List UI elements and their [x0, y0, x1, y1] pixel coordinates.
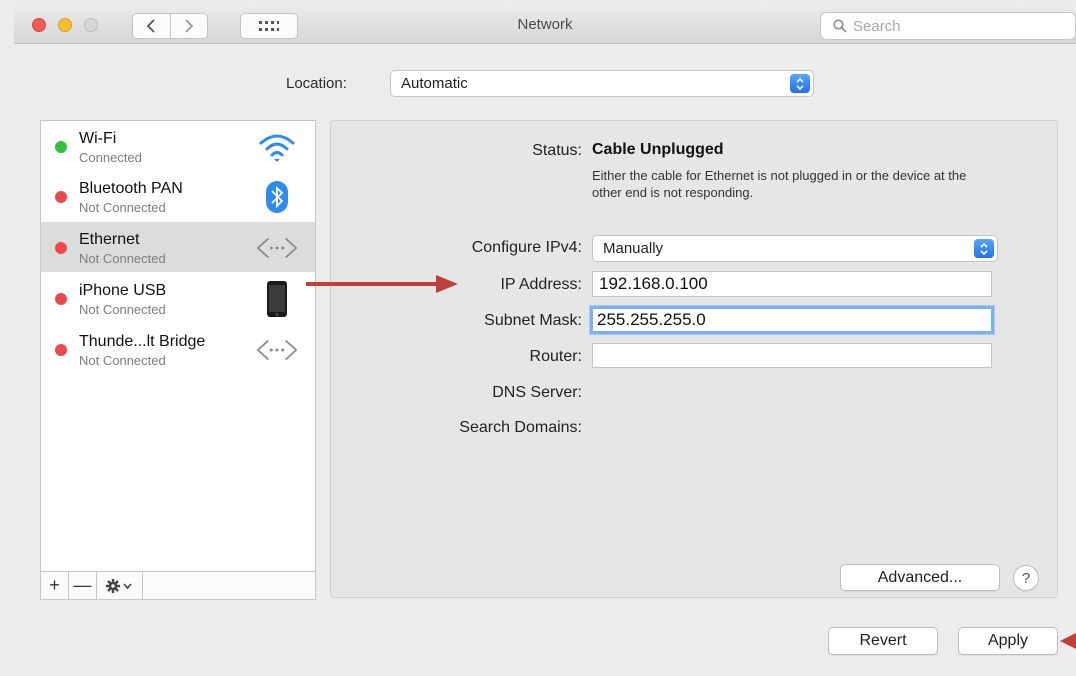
grid-icon [259, 21, 279, 31]
thunderbolt-bridge-icon [255, 332, 299, 368]
service-item-ethernet[interactable]: Ethernet Not Connected [41, 222, 315, 272]
service-status: Not Connected [79, 353, 166, 368]
close-window-button[interactable] [32, 18, 46, 32]
updown-arrows-icon [790, 74, 810, 93]
status-dot-not-connected [55, 293, 67, 305]
router-label: Router: [529, 348, 582, 365]
iphone-icon [255, 281, 299, 317]
service-item-thunderbolt-bridge[interactable]: Thunde...lt Bridge Not Connected [41, 324, 315, 374]
search-field[interactable] [820, 12, 1076, 40]
forward-button[interactable] [169, 14, 208, 38]
revert-button[interactable]: Revert [828, 627, 938, 655]
subnet-mask-field[interactable] [590, 306, 994, 334]
chevron-left-icon [146, 19, 155, 33]
service-item-wifi[interactable]: Wi-Fi Connected [41, 121, 315, 171]
title-bar: Network [14, 6, 1076, 44]
search-domains-label: Search Domains: [459, 419, 582, 436]
status-value: Cable Unplugged [592, 141, 724, 158]
bluetooth-icon [255, 179, 299, 215]
status-dot-connected [55, 141, 67, 153]
location-label: Location: [286, 75, 347, 92]
chevron-right-icon [185, 19, 194, 33]
search-input[interactable] [853, 17, 1053, 35]
apply-button[interactable]: Apply [958, 627, 1058, 655]
back-button[interactable] [133, 14, 170, 38]
status-description: Either the cable for Ethernet is not plu… [592, 168, 967, 200]
service-item-bluetooth-pan[interactable]: Bluetooth PAN Not Connected [41, 171, 315, 221]
add-service-button[interactable]: + [41, 572, 69, 599]
service-name: iPhone USB [79, 282, 167, 299]
service-name: Wi-Fi [79, 130, 117, 147]
service-status: Not Connected [79, 251, 166, 266]
service-list-toolbar: + — [40, 572, 316, 600]
subnet-mask-label: Subnet Mask: [484, 312, 582, 329]
remove-service-button[interactable]: — [69, 572, 97, 599]
location-value: Automatic [401, 75, 468, 92]
status-dot-not-connected [55, 242, 67, 254]
ip-address-label: IP Address: [500, 276, 582, 293]
navigation-buttons [132, 13, 208, 39]
service-list: Wi-Fi Connected Bluetooth PAN Not Connec… [40, 120, 316, 572]
annotation-arrow-apply [1060, 633, 1076, 649]
wifi-icon [255, 129, 299, 165]
minimize-window-button[interactable] [58, 18, 72, 32]
zoom-window-button[interactable] [84, 18, 98, 32]
gear-icon [105, 578, 132, 593]
service-item-iphone-usb[interactable]: iPhone USB Not Connected [41, 273, 315, 323]
status-dot-not-connected [55, 191, 67, 203]
service-name: Ethernet [79, 231, 140, 248]
service-status: Connected [79, 150, 142, 165]
show-all-button[interactable] [240, 13, 298, 39]
configure-ipv4-label: Configure IPv4: [471, 239, 582, 256]
location-popup[interactable]: Automatic [390, 70, 814, 97]
ip-address-field[interactable] [592, 271, 992, 297]
annotation-arrow-ip-address [306, 275, 458, 293]
help-button[interactable]: ? [1013, 565, 1039, 591]
configure-ipv4-popup[interactable]: Manually [592, 235, 998, 262]
service-name: Bluetooth PAN [79, 180, 183, 197]
action-menu-button[interactable] [97, 572, 143, 599]
service-status: Not Connected [79, 302, 166, 317]
status-label: Status: [532, 142, 582, 159]
network-preferences-window: Network Location: Automatic Wi-Fi Connec… [0, 0, 1076, 676]
service-name: Thunde...lt Bridge [79, 333, 206, 350]
router-field[interactable] [592, 343, 992, 368]
advanced-button[interactable]: Advanced... [840, 564, 1000, 591]
search-icon [833, 19, 847, 33]
updown-arrows-icon [974, 239, 994, 258]
ethernet-icon [255, 230, 299, 266]
dns-server-label: DNS Server: [492, 384, 582, 401]
configure-ipv4-value: Manually [603, 240, 664, 257]
status-dot-not-connected [55, 344, 67, 356]
service-status: Not Connected [79, 200, 166, 215]
